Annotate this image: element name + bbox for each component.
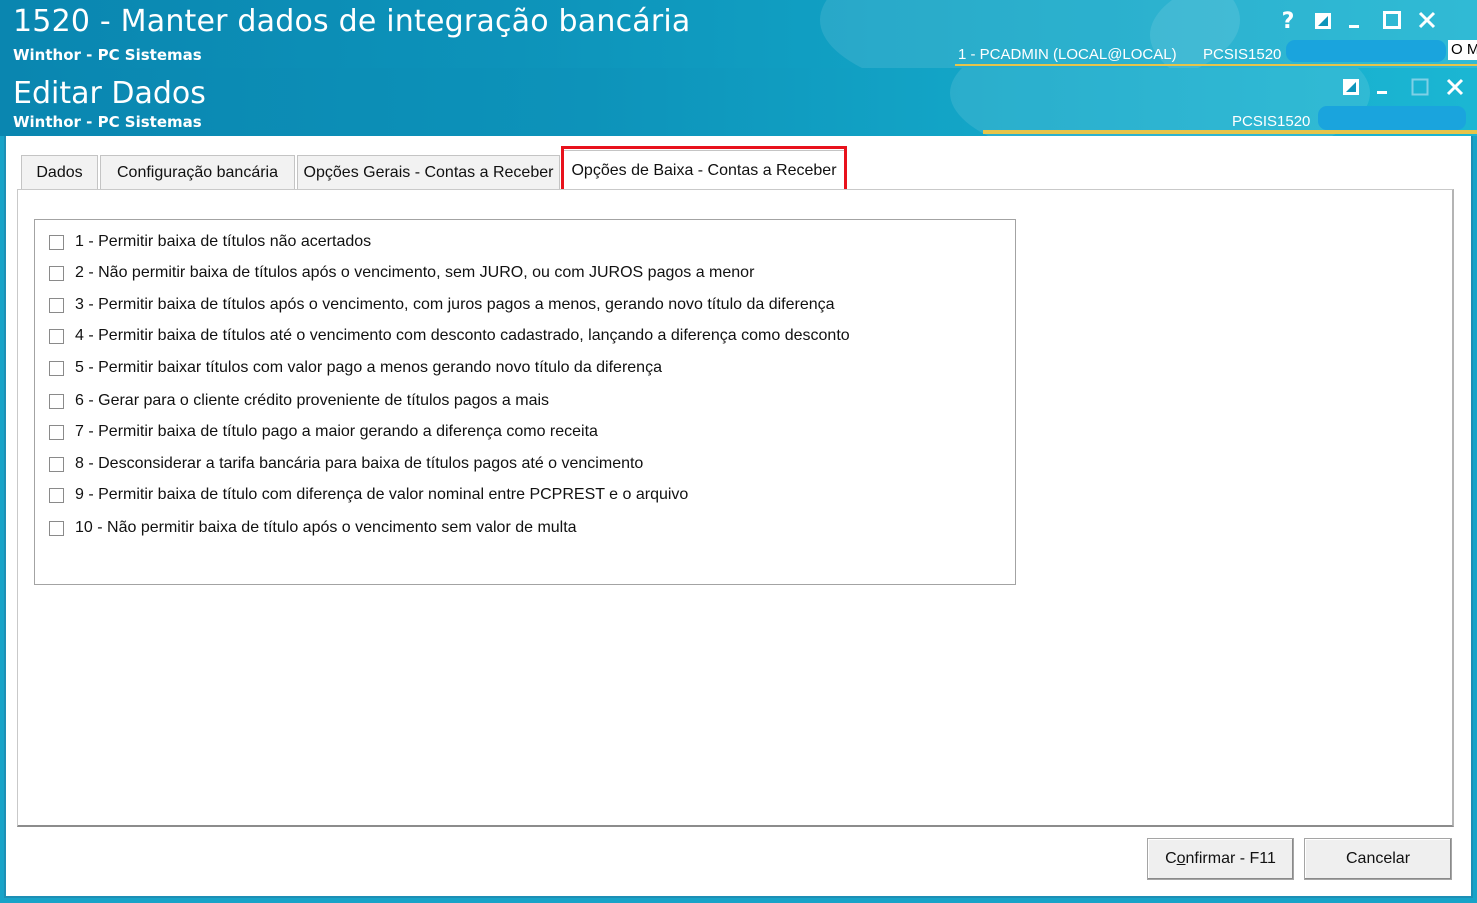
dialog-title-bar: Editar Dados Winthor - PC Sistemas PCSIS… <box>0 68 1477 136</box>
redacted-info-mask <box>1286 40 1446 62</box>
outer-title-bar: 1520 - Manter dados de integração bancár… <box>0 0 1477 68</box>
checkbox-box[interactable] <box>49 265 64 281</box>
restore-icon[interactable] <box>1336 72 1366 102</box>
window-frame <box>1473 136 1477 903</box>
option-label: 8 - Desconsiderar a tarifa bancária para… <box>75 455 644 472</box>
tab-opcoes-de-baixa[interactable]: Opções de Baixa - Contas a Receber <box>563 150 845 190</box>
option-10-checkbox[interactable]: 10 - Não permitir baixa de título após o… <box>49 518 577 538</box>
option-label: 4 - Permitir baixa de títulos até o venc… <box>75 327 850 344</box>
option-label: 1 - Permitir baixa de títulos não acerta… <box>75 233 372 250</box>
option-7-checkbox[interactable]: 7 - Permitir baixa de título pago a maio… <box>49 422 598 442</box>
confirm-label-suffix: nfirmar - F11 <box>1185 850 1276 867</box>
accent-line <box>983 130 1477 134</box>
checkbox-box[interactable] <box>49 424 64 440</box>
option-5-checkbox[interactable]: 5 - Permitir baixar títulos com valor pa… <box>49 358 662 378</box>
outer-window-title: 1520 - Manter dados de integração bancár… <box>13 4 691 39</box>
option-9-checkbox[interactable]: 9 - Permitir baixa de título com diferen… <box>49 485 688 505</box>
outer-window-subtitle: Winthor - PC Sistemas <box>13 46 202 64</box>
option-label: 10 - Não permitir baixa de título após o… <box>75 519 577 536</box>
option-label: 7 - Permitir baixa de título pago a maio… <box>75 423 598 440</box>
maximize-icon <box>1405 72 1435 102</box>
option-3-checkbox[interactable]: 3 - Permitir baixa de títulos após o ven… <box>49 295 835 315</box>
option-6-checkbox[interactable]: 6 - Gerar para o cliente crédito proveni… <box>49 391 549 411</box>
option-label: 9 - Permitir baixa de título com diferen… <box>75 486 689 503</box>
option-4-checkbox[interactable]: 4 - Permitir baixa de títulos até o venc… <box>49 326 850 346</box>
confirm-label-prefix: C <box>1165 850 1177 867</box>
minimize-icon[interactable] <box>1368 72 1398 102</box>
minimize-icon[interactable] <box>1340 6 1370 36</box>
tab-opcoes-gerais[interactable]: Opções Gerais - Contas a Receber <box>297 155 560 189</box>
dialog-subtitle: Winthor - PC Sistemas <box>13 113 202 131</box>
option-1-checkbox[interactable]: 1 - Permitir baixa de títulos não acerta… <box>49 232 371 252</box>
checkbox-box[interactable] <box>49 456 64 472</box>
window-frame <box>0 898 1477 903</box>
option-2-checkbox[interactable]: 2 - Não permitir baixa de títulos após o… <box>49 263 754 283</box>
option-label: 2 - Não permitir baixa de títulos após o… <box>75 264 755 281</box>
confirm-button[interactable]: Co nfirmar - F11 <box>1147 838 1294 880</box>
checkbox-box[interactable] <box>49 520 64 536</box>
confirm-label-mnemonic: o <box>1176 850 1186 867</box>
tab-dados[interactable]: Dados <box>21 155 98 189</box>
option-label: 3 - Permitir baixa de títulos após o ven… <box>75 296 835 313</box>
cancel-button[interactable]: Cancelar <box>1304 838 1452 880</box>
restore-icon[interactable] <box>1308 6 1338 36</box>
checkbox-box[interactable] <box>49 234 64 250</box>
clipped-label: O M <box>1448 40 1477 60</box>
help-icon[interactable]: ? <box>1273 6 1303 36</box>
checkbox-box[interactable] <box>49 328 64 344</box>
outer-program-code: PCSIS1520 <box>1203 46 1282 63</box>
option-8-checkbox[interactable]: 8 - Desconsiderar a tarifa bancária para… <box>49 454 643 474</box>
tab-configuracao-bancaria[interactable]: Configuração bancária <box>100 155 295 189</box>
user-info: 1 - PCADMIN (LOCAL@LOCAL) <box>958 46 1177 63</box>
checkbox-box[interactable] <box>49 487 64 503</box>
checkbox-box[interactable] <box>49 360 64 376</box>
maximize-icon[interactable] <box>1377 5 1407 35</box>
redacted-info-mask <box>1318 106 1466 130</box>
dialog-program-code: PCSIS1520 <box>1232 113 1311 130</box>
checkbox-box[interactable] <box>49 297 64 313</box>
close-icon[interactable] <box>1440 72 1470 102</box>
option-label: 5 - Permitir baixar títulos com valor pa… <box>75 359 662 376</box>
option-label: 6 - Gerar para o cliente crédito proveni… <box>75 392 550 409</box>
close-icon[interactable] <box>1412 5 1442 35</box>
dialog-title: Editar Dados <box>13 76 206 111</box>
checkbox-box[interactable] <box>49 393 64 409</box>
accent-line <box>955 64 1477 66</box>
